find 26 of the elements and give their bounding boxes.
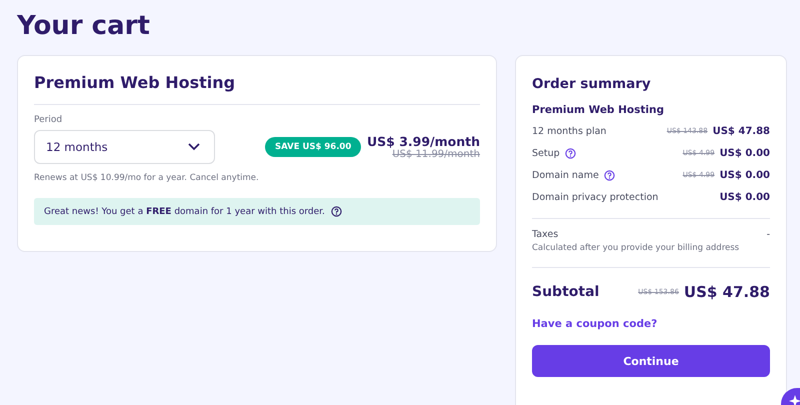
subtotal-label: Subtotal [532, 284, 600, 300]
coupon-link[interactable]: Have a coupon code? [532, 318, 658, 330]
line-item-label: Domain name [532, 170, 599, 180]
promo-text: Great news! You get a FREE domain for 1 year with this order. [44, 206, 325, 216]
line-item-label: Domain privacy protection [532, 192, 658, 202]
line-item-price: US$ 0.00 [720, 148, 770, 158]
savings-badge: SAVE US$ 96.00 [265, 137, 362, 157]
old-price: US$ 11.99/month [392, 149, 480, 160]
period-dropdown[interactable]: 12 months [34, 130, 215, 164]
product-title: Premium Web Hosting [34, 72, 236, 94]
taxes-note: Calculated after you provide your billing address [532, 243, 740, 253]
taxes-value: - [766, 228, 770, 240]
summary-title: Order summary [532, 75, 652, 94]
period-label: Period [34, 115, 64, 125]
price: US$ 3.99/month [367, 134, 480, 149]
continue-button[interactable]: Continue [532, 345, 770, 377]
summary-product: Premium Web Hosting [532, 104, 665, 116]
line-item-price: US$ 0.00 [720, 170, 770, 180]
line-item-price: US$ 0.00 [720, 192, 770, 202]
page-title: Your cart [17, 10, 151, 43]
line-item-price: US$ 47.88 [712, 126, 770, 136]
line-item-label: 12 months plan [532, 126, 606, 136]
line-item-label: Setup [532, 148, 560, 158]
renewal-note: Renews at US$ 10.99/mo for a year. Cancel anytime. [34, 173, 260, 183]
subtotal-price: US$ 47.88 [684, 283, 770, 301]
taxes-label: Taxes [532, 228, 558, 240]
